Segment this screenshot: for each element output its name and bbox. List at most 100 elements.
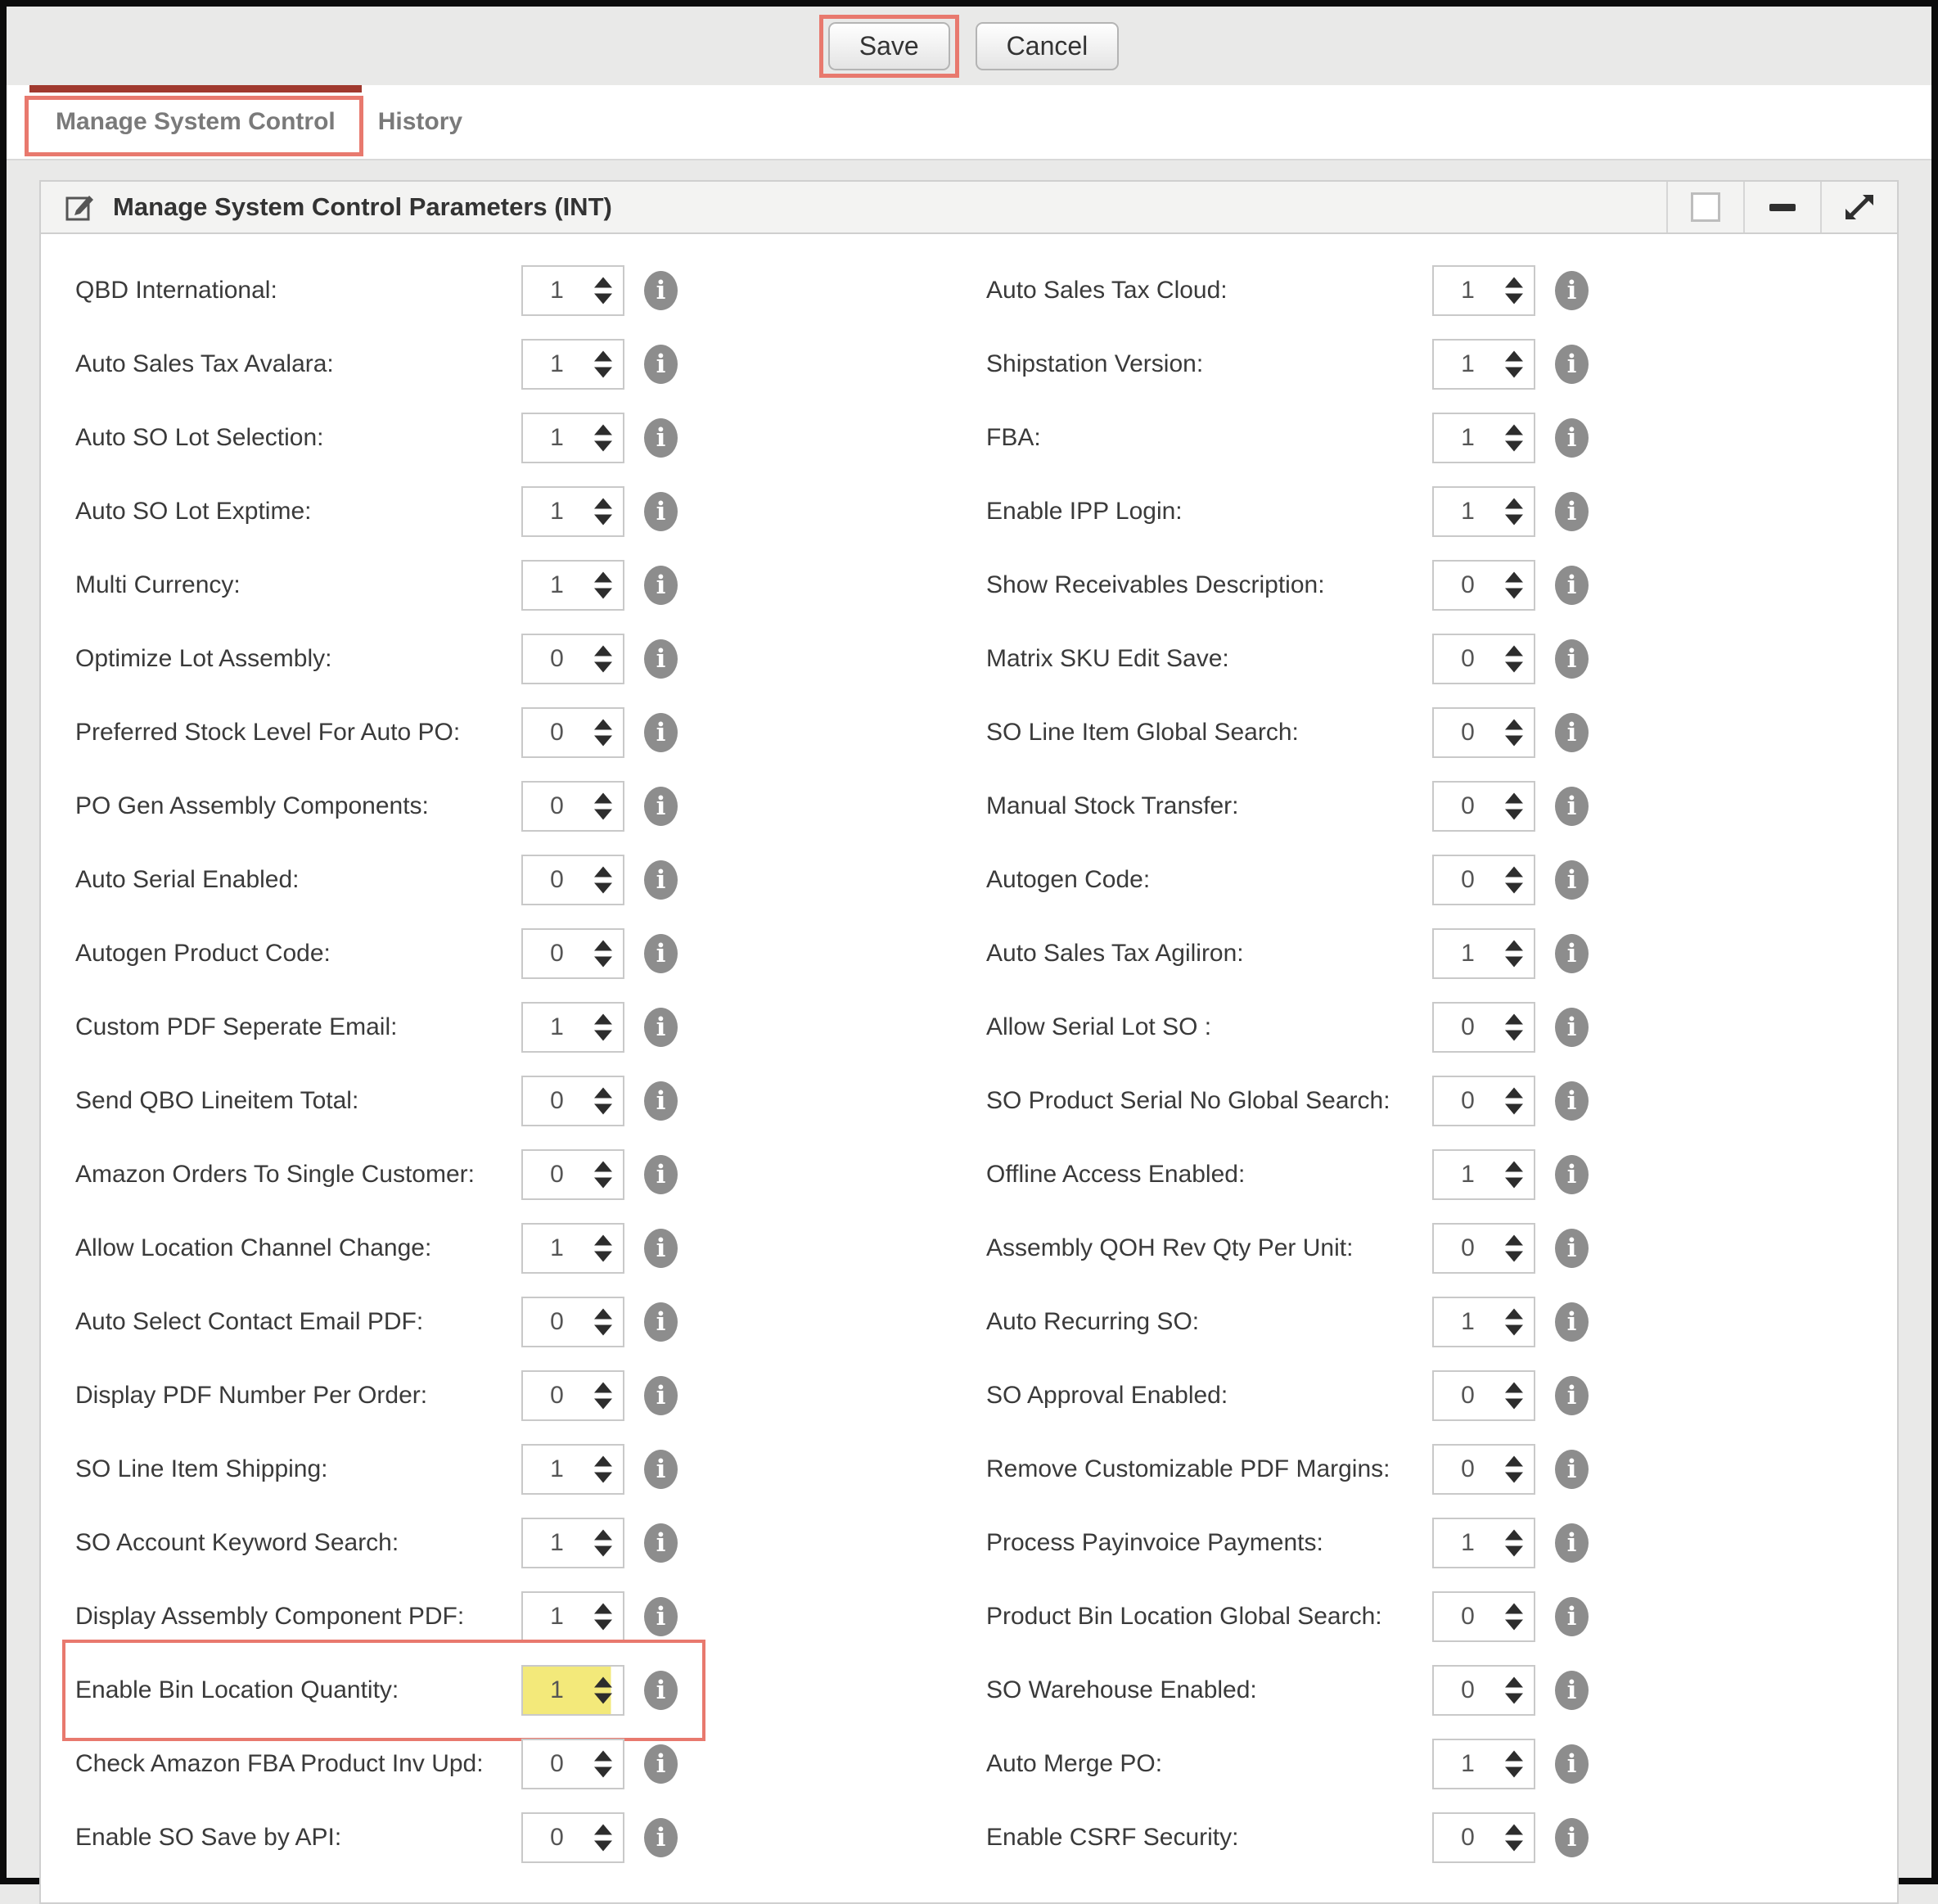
spinner-arrows[interactable] xyxy=(1505,646,1523,673)
info-icon[interactable]: i xyxy=(1555,566,1589,605)
spinner-down-icon[interactable] xyxy=(1505,1546,1523,1557)
number-input[interactable]: 1 xyxy=(1432,1297,1535,1347)
spinner-up-icon[interactable] xyxy=(594,1088,612,1099)
info-icon[interactable]: i xyxy=(644,418,678,458)
spinner-up-icon[interactable] xyxy=(594,867,612,878)
spinner-arrows[interactable] xyxy=(1505,1677,1523,1704)
number-input[interactable]: 1 xyxy=(1432,265,1535,316)
number-input[interactable]: 0 xyxy=(521,634,624,684)
spinner-arrows[interactable] xyxy=(1505,499,1523,526)
spinner-arrows[interactable] xyxy=(1505,1088,1523,1115)
spinner-down-icon[interactable] xyxy=(1505,1399,1523,1410)
number-input[interactable]: 0 xyxy=(521,1812,624,1863)
spinner-down-icon[interactable] xyxy=(1505,1473,1523,1483)
number-input[interactable]: 0 xyxy=(1432,781,1535,832)
info-icon[interactable]: i xyxy=(1555,1671,1589,1710)
spinner-arrows[interactable] xyxy=(594,1604,612,1631)
spinner-down-icon[interactable] xyxy=(594,589,612,599)
spinner-arrows[interactable] xyxy=(1505,867,1523,894)
spinner-arrows[interactable] xyxy=(594,1530,612,1557)
spinner-up-icon[interactable] xyxy=(1505,425,1523,435)
info-icon[interactable]: i xyxy=(644,1302,678,1342)
spinner-down-icon[interactable] xyxy=(1505,368,1523,378)
spinner-arrows[interactable] xyxy=(594,1825,612,1852)
spinner-down-icon[interactable] xyxy=(1505,810,1523,820)
spinner-up-icon[interactable] xyxy=(1505,277,1523,288)
number-input[interactable]: 1 xyxy=(521,560,624,611)
spinner-up-icon[interactable] xyxy=(1505,1309,1523,1320)
spinner-arrows[interactable] xyxy=(594,1309,612,1336)
spinner-up-icon[interactable] xyxy=(1505,793,1523,804)
spinner-arrows[interactable] xyxy=(1505,1825,1523,1852)
info-icon[interactable]: i xyxy=(1555,1376,1589,1415)
info-icon[interactable]: i xyxy=(644,1081,678,1121)
spinner-down-icon[interactable] xyxy=(1505,441,1523,452)
number-input[interactable]: 1 xyxy=(1432,339,1535,390)
spinner-up-icon[interactable] xyxy=(594,941,612,951)
spinner-down-icon[interactable] xyxy=(1505,957,1523,968)
collapse-button[interactable] xyxy=(1743,182,1820,232)
number-input[interactable]: 0 xyxy=(521,1739,624,1789)
number-input[interactable]: 0 xyxy=(1432,1812,1535,1863)
spinner-down-icon[interactable] xyxy=(1505,1178,1523,1189)
spinner-down-icon[interactable] xyxy=(594,294,612,305)
number-input[interactable]: 0 xyxy=(1432,1223,1535,1274)
spinner-up-icon[interactable] xyxy=(1505,351,1523,362)
info-icon[interactable]: i xyxy=(1555,1155,1589,1194)
info-icon[interactable]: i xyxy=(1555,271,1589,310)
spinner-up-icon[interactable] xyxy=(1505,1383,1523,1393)
number-input[interactable]: 1 xyxy=(1432,413,1535,463)
spinner-arrows[interactable] xyxy=(594,867,612,894)
spinner-up-icon[interactable] xyxy=(594,1456,612,1467)
info-icon[interactable]: i xyxy=(644,1597,678,1636)
number-input[interactable]: 0 xyxy=(521,1297,624,1347)
tab-history[interactable]: History xyxy=(357,85,484,159)
info-icon[interactable]: i xyxy=(1555,639,1589,679)
number-input[interactable]: 1 xyxy=(521,339,624,390)
info-icon[interactable]: i xyxy=(644,1523,678,1563)
info-icon[interactable]: i xyxy=(644,1155,678,1194)
number-input[interactable]: 0 xyxy=(521,855,624,905)
spinner-down-icon[interactable] xyxy=(594,1694,612,1704)
spinner-up-icon[interactable] xyxy=(594,1530,612,1541)
spinner-arrows[interactable] xyxy=(594,1235,612,1262)
number-input[interactable]: 1 xyxy=(521,1002,624,1053)
number-input[interactable]: 0 xyxy=(1432,1444,1535,1495)
spinner-up-icon[interactable] xyxy=(1505,499,1523,509)
info-icon[interactable]: i xyxy=(644,860,678,900)
spinner-up-icon[interactable] xyxy=(1505,867,1523,878)
tab-manage-system-control[interactable]: Manage System Control xyxy=(34,85,357,159)
number-input[interactable]: 1 xyxy=(521,413,624,463)
spinner-down-icon[interactable] xyxy=(1505,1325,1523,1336)
spinner-down-icon[interactable] xyxy=(594,1546,612,1557)
spinner-up-icon[interactable] xyxy=(1505,1604,1523,1614)
info-icon[interactable]: i xyxy=(1555,860,1589,900)
spinner-arrows[interactable] xyxy=(594,793,612,820)
spinner-up-icon[interactable] xyxy=(594,351,612,362)
number-input[interactable]: 0 xyxy=(521,707,624,758)
spinner-up-icon[interactable] xyxy=(594,1014,612,1025)
info-icon[interactable]: i xyxy=(1555,1008,1589,1047)
spinner-arrows[interactable] xyxy=(594,425,612,452)
spinner-arrows[interactable] xyxy=(594,1751,612,1778)
info-icon[interactable]: i xyxy=(644,1744,678,1784)
info-icon[interactable]: i xyxy=(644,934,678,973)
spinner-up-icon[interactable] xyxy=(1505,1677,1523,1688)
spinner-down-icon[interactable] xyxy=(594,662,612,673)
spinner-arrows[interactable] xyxy=(1505,1014,1523,1041)
spinner-arrows[interactable] xyxy=(1505,1604,1523,1631)
spinner-up-icon[interactable] xyxy=(594,1604,612,1614)
info-icon[interactable]: i xyxy=(644,713,678,752)
spinner-down-icon[interactable] xyxy=(1505,883,1523,894)
number-input[interactable]: 0 xyxy=(1432,1591,1535,1642)
number-input[interactable]: 1 xyxy=(521,486,624,537)
spinner-up-icon[interactable] xyxy=(1505,1235,1523,1246)
spinner-arrows[interactable] xyxy=(594,572,612,599)
number-input[interactable]: 1 xyxy=(1432,486,1535,537)
number-input[interactable]: 1 xyxy=(1432,928,1535,979)
spinner-up-icon[interactable] xyxy=(594,1162,612,1172)
spinner-arrows[interactable] xyxy=(1505,1383,1523,1410)
spinner-up-icon[interactable] xyxy=(1505,1162,1523,1172)
info-icon[interactable]: i xyxy=(644,1008,678,1047)
spinner-up-icon[interactable] xyxy=(594,646,612,656)
